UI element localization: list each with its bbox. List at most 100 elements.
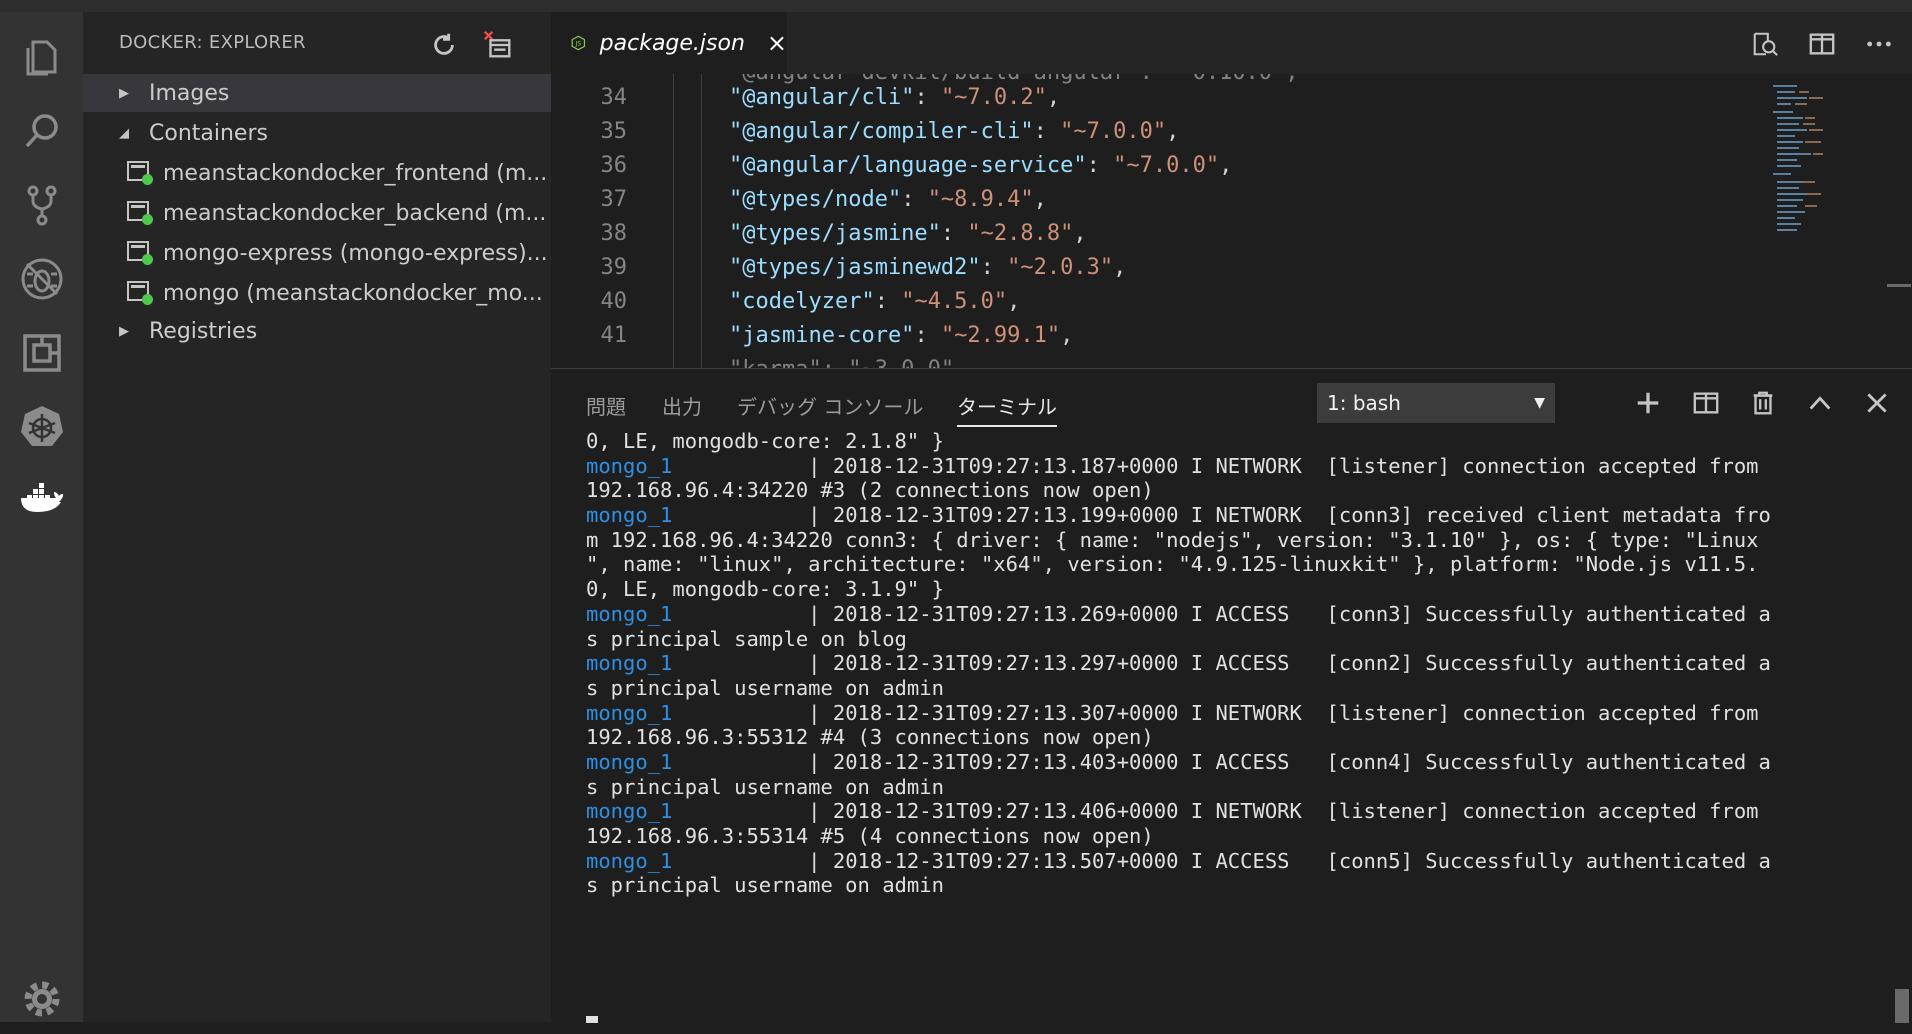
chevron-down-icon: ▼ [1534,395,1545,411]
terminal-line: m 192.168.96.4:34220 conn3: { driver: { … [586,527,1759,552]
terminal-line: mongo_1 | 2018-12-31T09:27:13.187+0000 I… [586,453,1759,478]
prune-system-icon[interactable] [481,28,515,62]
code-line: 35 "@angular/compiler-cli": "~7.0.0", [551,115,1831,149]
terminal-select[interactable]: 1: bash ▼ [1317,383,1555,423]
open-changes-icon[interactable] [1747,26,1783,62]
minimap[interactable] [1769,82,1849,242]
line-number: 36 [600,153,628,178]
terminal-scrollbar[interactable] [1895,989,1909,1023]
code-editor[interactable]: "@angular-devkit/build-angular": "~0.10.… [551,74,1912,368]
editor-scrollbar[interactable] [1887,284,1911,287]
images-label: Images [149,80,230,106]
bottom-panel: 問題 出力 デバッグ コンソール ターミナル 1: bash ▼ 0, LE, … [551,368,1912,1023]
terminal-line: 0, LE, mongodb-core: 2.1.8" } [586,429,944,453]
terminal-select-value: 1: bash [1327,391,1401,415]
container-item-backend[interactable]: meanstackondocker_backend (m... [83,194,551,232]
terminal-line: 192.168.96.3:55314 #5 (4 connections now… [586,824,1154,848]
extensions-icon[interactable] [0,318,83,388]
kubernetes-icon[interactable] [0,392,83,462]
trash-icon[interactable] [1743,383,1783,423]
more-actions-icon[interactable] [1861,26,1897,62]
debug-icon[interactable] [0,244,83,314]
close-icon[interactable] [1857,383,1897,423]
terminal-line: s principal username on admin [586,675,944,700]
terminal-output[interactable]: 0, LE, mongodb-core: 2.1.8" } mongo_1 | … [586,429,1886,1023]
source-control-icon[interactable] [0,170,83,240]
tab-debug-console[interactable]: デバッグ コンソール [737,391,923,420]
docker-icon[interactable] [0,466,83,536]
tab-package-json[interactable]: JS package.json × [551,12,787,74]
container-label: mongo (meanstackondocker_mo... [163,280,543,306]
line-number: 35 [600,119,628,144]
terminal-line: mongo_1 | 2018-12-31T09:27:13.403+0000 I… [586,749,1771,774]
editor-tab-bar: JS package.json × [551,12,1912,74]
tab-problems[interactable]: 問題 [586,391,626,420]
container-item-frontend[interactable]: meanstackondocker_frontend (m... [83,154,551,192]
container-running-icon [127,241,153,265]
active-tab-indicator [957,425,1057,427]
code-line: 34 "@angular/cli": "~7.0.2", [551,81,1831,115]
terminal-line: mongo_1 | 2018-12-31T09:27:13.507+0000 I… [586,848,1771,873]
tab-terminal[interactable]: ターミナル [957,391,1057,420]
code-line-partial: "karma": "~3.0.0", [551,353,1831,368]
tab-label: package.json [599,30,745,56]
terminal-line: mongo_1 | 2018-12-31T09:27:13.406+0000 I… [586,799,1759,824]
split-terminal-icon[interactable] [1686,383,1726,423]
explorer-icon[interactable] [0,22,83,92]
container-item-mongo-express[interactable]: mongo-express (mongo-express)... [83,234,551,272]
code-line: 37 "@types/node": "~8.9.4", [551,183,1831,217]
sidebar-header: DOCKER: EXPLORER [83,12,551,74]
json-key: "@types/jasmine" [729,221,941,246]
service-name: mongo_1 [586,700,673,725]
code-line: 39 "@types/jasminewd2": "~2.0.3", [551,251,1831,285]
sidebar-title: DOCKER: EXPLORER [119,32,306,53]
line-number: 41 [600,323,628,348]
split-editor-icon[interactable] [1804,26,1840,62]
service-name: mongo_1 [586,749,673,774]
container-label: meanstackondocker_frontend (m... [163,160,548,186]
tree-node-containers[interactable]: ◢ Containers [83,114,551,152]
tree-node-registries[interactable]: ▶ Registries [83,312,551,350]
editor-area: JS package.json × "@angular-devkit/build… [551,12,1912,368]
svg-text:JS: JS [574,40,581,47]
json-value: "~7.0.0" [1113,153,1220,178]
json-value: "~7.0.2" [940,85,1047,110]
service-name: mongo_1 [586,601,673,626]
terminal-line: ", name: "linux", architecture: "x64", v… [586,552,1759,577]
json-value: "~2.0.3" [1007,255,1114,280]
terminal-line: mongo_1 | 2018-12-31T09:27:13.297+0000 I… [586,651,1771,676]
code-line: 40 "codelyzer": "~4.5.0", [551,285,1831,319]
code-line: 36 "@angular/language-service": "~7.0.0", [551,149,1831,183]
json-value: "~2.8.8" [967,221,1074,246]
json-value: "~2.99.1" [940,323,1061,348]
container-item-mongo[interactable]: mongo (meanstackondocker_mo... [83,274,551,312]
json-key: "@types/jasminewd2" [729,255,981,280]
service-name: mongo_1 [586,453,673,478]
line-number: 37 [600,187,628,212]
line-number: 40 [600,289,628,314]
line-number: 38 [600,221,628,246]
container-running-icon [127,281,153,305]
terminal-line: mongo_1 | 2018-12-31T09:27:13.269+0000 I… [586,601,1771,626]
tree-node-images[interactable]: ▶ Images [83,74,551,112]
maximize-icon[interactable] [1800,383,1840,423]
json-value: "~7.0.0" [1060,119,1167,144]
close-tab-icon[interactable]: × [767,29,787,57]
chevron-right-icon: ▶ [119,85,129,101]
json-value: "~8.9.4" [927,187,1034,212]
refresh-icon[interactable] [427,28,461,62]
search-icon[interactable] [0,96,83,166]
json-key: "@types/node" [729,187,902,212]
tab-output[interactable]: 出力 [662,391,702,420]
activity-bar [0,12,83,1022]
terminal-line: 192.168.96.4:34220 #3 (2 connections now… [586,478,1154,503]
gear-icon[interactable] [0,964,83,1034]
code-line: 38 "@types/jasmine": "~2.8.8", [551,217,1831,251]
nodejs-file-icon: JS [571,35,586,51]
json-key: "@angular/compiler-cli" [729,119,1034,144]
add-icon[interactable] [1628,383,1668,423]
line-number: 34 [600,85,628,110]
json-key: "jasmine-core" [729,323,915,348]
registries-label: Registries [149,318,258,344]
terminal-line: 0, LE, mongodb-core: 3.1.9" } [586,577,944,602]
